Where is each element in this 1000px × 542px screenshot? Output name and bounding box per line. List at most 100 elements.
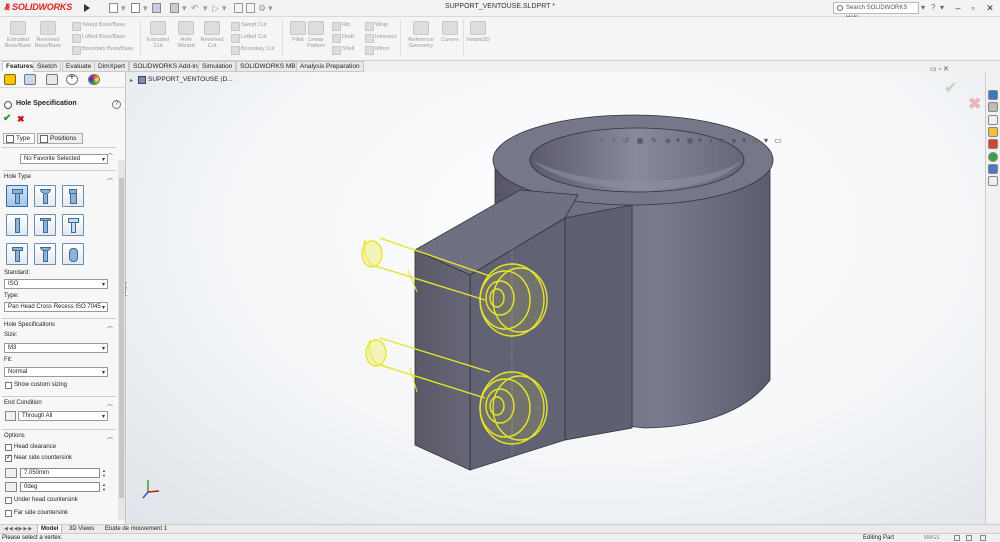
hide-show-dropdown-icon[interactable]: ▾ xyxy=(717,136,727,146)
appearances-icon[interactable] xyxy=(988,152,998,162)
resources-icon[interactable] xyxy=(988,102,998,112)
display-style-dropdown-icon[interactable]: ▾ xyxy=(695,136,705,146)
slot-button[interactable] xyxy=(62,243,84,265)
shell-button[interactable]: Shell xyxy=(332,45,354,55)
panel-scrollbar[interactable] xyxy=(118,160,125,520)
maximize-button[interactable]: ▫ xyxy=(966,1,980,15)
angle-spinner-icon[interactable]: ▲ ▼ xyxy=(102,482,108,492)
countersink-hole-button[interactable] xyxy=(34,185,56,207)
fit-select[interactable]: Normal ▾ xyxy=(4,367,108,377)
options-collapse-icon[interactable]: ︿ xyxy=(107,432,113,441)
hide-show-items-icon[interactable]: ◐ xyxy=(707,136,717,146)
quick-tips-icon[interactable] xyxy=(980,535,986,541)
lofted-boss-button[interactable]: Lofted Boss/Base xyxy=(72,33,125,43)
tree-expand-icon[interactable]: ▸ xyxy=(130,77,133,84)
boundary-cut-button[interactable]: Boundary Cut xyxy=(231,45,275,55)
subtab-positions[interactable]: Positions xyxy=(37,133,83,144)
head-clearance-checkbox[interactable] xyxy=(5,444,12,451)
revolved-cut-button[interactable]: Revolved Cut xyxy=(198,21,226,49)
scene-dropdown-icon[interactable]: ▾ xyxy=(761,136,771,146)
linear-pattern-button[interactable]: Linear Pattern xyxy=(302,21,330,49)
size-select[interactable]: M3 ▾ xyxy=(4,343,108,353)
dynamic-annotation-icon[interactable]: ✎ xyxy=(649,136,659,146)
far-side-countersink-checkbox[interactable] xyxy=(5,510,12,517)
mirror-button[interactable]: Mirror xyxy=(365,45,389,55)
tab-add-ins[interactable]: SOLIDWORKS Add-Ins xyxy=(129,61,205,72)
wrap-button[interactable]: Wrap xyxy=(365,21,388,31)
countersink-diameter-input[interactable]: 7.050mm xyxy=(20,468,100,478)
hole-type-collapse-icon[interactable]: ︿ xyxy=(107,173,113,182)
standard-select[interactable]: ISO ▾ xyxy=(4,279,108,289)
lofted-cut-button[interactable]: Lofted Cut xyxy=(231,33,266,43)
confirm-corner-ok-icon[interactable]: ✔ xyxy=(944,78,957,98)
viewport-window-controls[interactable]: ▭ ▫ ✕ xyxy=(930,65,949,73)
tab-scroll-arrows-icon[interactable]: ◀◀◀▶▶▶ xyxy=(4,526,33,532)
view-settings-icon[interactable]: ▭ xyxy=(773,136,783,146)
counterbore-hole-button[interactable] xyxy=(6,185,28,207)
curves-button[interactable]: Curves xyxy=(436,21,464,43)
tab-mbd[interactable]: SOLIDWORKS MBD xyxy=(236,61,305,72)
design-library-icon[interactable] xyxy=(988,115,998,125)
feature-manager-icon[interactable] xyxy=(4,74,16,85)
graphics-area[interactable]: ⌕ ⌕ ↺ ▣ ✎ ◈ ▾ ◉ ▾ ◐ ▾ ● ▾ ▭ ▾ ▭ xyxy=(127,72,985,524)
rebuild-status-icon[interactable] xyxy=(954,535,960,541)
countersink-angle-input[interactable]: 0deg xyxy=(20,482,100,492)
zoom-to-fit-icon[interactable]: ⌕ xyxy=(597,136,607,146)
units-dropdown-icon[interactable] xyxy=(966,535,972,541)
type-select[interactable]: Pan Head Cross Recess ISO 7045 ▾ xyxy=(4,302,108,312)
feature-tree-root[interactable]: SUPPORT_VENTOUSE (D... xyxy=(138,76,233,84)
extruded-boss-button[interactable]: Extruded Boss/Base xyxy=(4,21,32,49)
display-manager-icon[interactable] xyxy=(88,74,100,85)
units-selector[interactable]: MMGS xyxy=(924,534,940,542)
tapped-hole-button[interactable] xyxy=(34,214,56,236)
custom-properties-icon[interactable] xyxy=(988,164,998,174)
confirm-corner-cancel-icon[interactable]: ✖ xyxy=(968,94,981,114)
help-icon[interactable]: ? xyxy=(931,3,935,13)
view-palette-icon[interactable] xyxy=(988,139,998,149)
show-custom-sizing-checkbox[interactable] xyxy=(5,382,12,389)
search-help-input[interactable]: Search SOLIDWORKS Help xyxy=(833,2,919,21)
legacy-hole-button[interactable] xyxy=(62,214,84,236)
minimize-button[interactable]: – xyxy=(951,1,965,15)
rib-button[interactable]: Rib xyxy=(332,21,350,31)
intersect-button[interactable]: Intersect xyxy=(365,33,396,43)
solidworks-forum-icon[interactable] xyxy=(988,176,998,186)
file-explorer-icon[interactable] xyxy=(988,127,998,137)
appearance-dropdown-icon[interactable]: ▾ xyxy=(739,136,749,146)
close-window-button[interactable]: ✕ xyxy=(983,1,997,15)
view-orientation-dropdown-icon[interactable]: ▾ xyxy=(673,136,683,146)
tab-features[interactable]: Features xyxy=(2,61,38,72)
tab-dimxpert[interactable]: DimXpert xyxy=(94,61,130,72)
extruded-cut-button[interactable]: Extruded Cut xyxy=(144,21,172,49)
hole-wizard-button[interactable]: Hole Wizard xyxy=(172,21,200,49)
near-side-countersink-checkbox[interactable] xyxy=(5,453,12,462)
scrollbar-thumb[interactable] xyxy=(119,178,124,498)
counterbore-slot-button[interactable] xyxy=(6,243,28,265)
section-view-icon[interactable]: ▣ xyxy=(635,136,645,146)
reference-geometry-button[interactable]: Reference Geometry xyxy=(405,21,437,49)
favorite-select[interactable]: No Favorite Selected ▾ xyxy=(20,154,108,164)
zoom-to-area-icon[interactable]: ⌕ xyxy=(609,136,619,146)
property-manager-icon[interactable] xyxy=(24,74,36,85)
display-style-icon[interactable]: ◉ xyxy=(685,136,695,146)
tapered-tap-hole-button[interactable] xyxy=(6,214,28,236)
tab-sketch[interactable]: Sketch xyxy=(33,61,61,72)
end-condition-select[interactable]: Through All ▾ xyxy=(18,411,108,421)
ok-button[interactable]: ✔ xyxy=(3,114,11,124)
countersink-slot-button[interactable] xyxy=(34,243,56,265)
tab-simulation[interactable]: Simulation xyxy=(198,61,237,72)
end-condition-collapse-icon[interactable]: ︿ xyxy=(107,399,113,408)
cancel-button[interactable]: ✖ xyxy=(17,114,25,124)
simple-hole-button[interactable] xyxy=(62,185,84,207)
draft-button[interactable]: Draft xyxy=(332,33,354,43)
apply-scene-icon[interactable]: ▭ xyxy=(751,136,761,146)
view-orientation-icon[interactable]: ◈ xyxy=(663,136,673,146)
swept-boss-button[interactable]: Swept Boss/Base xyxy=(72,21,125,31)
edit-appearance-icon[interactable]: ● xyxy=(729,136,739,146)
reverse-direction-icon[interactable] xyxy=(5,411,16,421)
boundary-boss-button[interactable]: Boundary Boss/Base xyxy=(72,45,133,55)
part-model[interactable] xyxy=(127,72,985,524)
search-dropdown-icon[interactable]: ▾ xyxy=(921,3,925,13)
subtab-type[interactable]: Type xyxy=(3,133,35,144)
dimxpert-manager-icon[interactable] xyxy=(66,72,78,85)
